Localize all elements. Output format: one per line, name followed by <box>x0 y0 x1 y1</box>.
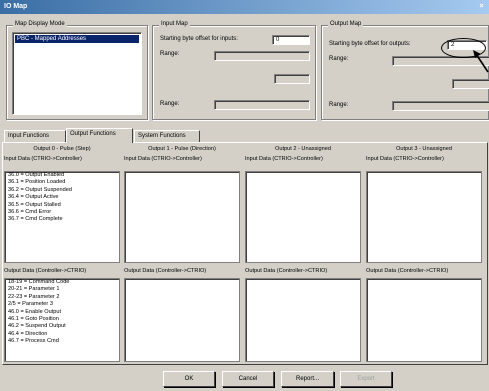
map-display-mode-group: Map Display Mode PBC - Mapped Addresses <box>6 21 148 120</box>
list-item: 36.7 = Cmd Complete <box>8 216 63 223</box>
output-range2-field <box>392 101 489 111</box>
output-range-mid-field <box>452 79 489 89</box>
column-header-3: Output 3 - Unassigned <box>396 146 452 152</box>
list-item: 46.7 = Process Cmd <box>8 338 59 345</box>
list-item: 18-19 = Command Code <box>8 279 70 285</box>
title-bar[interactable]: IO Map × <box>0 0 489 14</box>
export-button[interactable]: Export <box>340 371 392 387</box>
input-map-group: Input Map Starting byte offset for input… <box>152 21 316 120</box>
tab-input-functions[interactable]: Input Functions <box>4 130 66 142</box>
input-range1-field <box>214 51 310 61</box>
input-data-label-3: Input Data (CTRIO->Controller) <box>366 156 444 162</box>
output-data-box-0[interactable]: 18-19 = Command Code 20-21 = Parameter 12… <box>4 278 120 362</box>
output-data-label-0: Output Data (Controller->CTRIO) <box>4 268 87 274</box>
list-item: 46.2 = Suspend Output <box>8 323 66 330</box>
input-data-box-3[interactable] <box>366 171 482 263</box>
list-item: 36.0 = Output Enabled <box>8 172 65 178</box>
map-display-mode-label: Map Display Mode <box>13 21 67 27</box>
map-display-mode-list[interactable]: PBC - Mapped Addresses <box>12 32 142 115</box>
column-header-0: Output 0 - Pulse (Step) <box>33 146 91 152</box>
input-data-label-1: Input Data (CTRIO->Controller) <box>124 156 202 162</box>
window-title: IO Map <box>4 3 28 10</box>
map-display-mode-selected[interactable]: PBC - Mapped Addresses <box>15 35 139 43</box>
output-data-label-2: Output Data (Controller->CTRIO) <box>245 268 328 274</box>
output-data-label-1: Output Data (Controller->CTRIO) <box>124 268 207 274</box>
annotation-arrow-icon <box>473 50 489 73</box>
list-item: 36.6 = Cmd Error <box>8 209 52 216</box>
cancel-button[interactable]: Cancel <box>222 371 274 387</box>
input-data-box-0[interactable]: 36.0 = Output Enabled 36.1 = Position Loa… <box>4 171 120 263</box>
output-data-box-1[interactable] <box>124 278 240 362</box>
input-offset-field[interactable]: 0 <box>272 35 310 45</box>
list-item: 36.5 = Output Stalled <box>8 201 61 208</box>
list-item: 36.2 = Output Suspended <box>8 186 72 193</box>
list-item: 46.4 = Direction <box>8 330 48 337</box>
list-item: 36.4 = Output Active <box>8 194 59 201</box>
io-map-window: IO Map × Map Display Mode PBC - Mapped A… <box>0 0 489 391</box>
tab-output-functions[interactable]: Output Functions <box>66 128 133 143</box>
output-offset-label: Starting byte offset for outputs: <box>329 41 411 47</box>
input-range2-label: Range: <box>160 101 180 107</box>
list-item: 2/5 = Parameter 3 <box>8 301 53 308</box>
input-data-box-1[interactable] <box>124 171 240 263</box>
column-header-2: Output 2 - Unassigned <box>275 146 331 152</box>
input-offset-label: Starting byte offset for inputs: <box>160 36 238 42</box>
output-range2-label: Range: <box>329 102 349 108</box>
input-data-label-0: Input Data (CTRIO->Controller) <box>4 156 82 162</box>
list-item: 46.0 = Enable Output <box>8 308 62 315</box>
output-data-label-3: Output Data (Controller->CTRIO) <box>366 268 449 274</box>
list-item: 46.1 = Goto Position <box>8 316 59 323</box>
input-data-box-2[interactable] <box>245 171 361 263</box>
column-header-1: Output 1 - Pulse (Direction) <box>148 146 216 152</box>
output-data-box-2[interactable] <box>245 278 361 362</box>
ok-button[interactable]: OK <box>163 371 215 387</box>
list-item: 22-23 = Parameter 2 <box>8 293 60 300</box>
list-item: 36.1 = Position Loaded <box>8 179 66 186</box>
input-map-label: Input Map <box>159 21 190 27</box>
output-map-label: Output Map <box>328 21 364 27</box>
input-range-mid-field <box>274 74 310 84</box>
output-data-box-3[interactable] <box>366 278 482 362</box>
report-button[interactable]: Report... <box>281 371 334 387</box>
output-range1-label: Range: <box>329 56 349 62</box>
input-range1-label: Range: <box>160 51 180 57</box>
list-item: 20-21 = Parameter 1 <box>8 286 60 293</box>
tab-system-functions[interactable]: System Functions <box>134 130 200 142</box>
input-range2-field <box>214 100 310 110</box>
close-icon[interactable]: × <box>477 2 486 11</box>
input-data-label-2: Input Data (CTRIO->Controller) <box>245 156 323 162</box>
